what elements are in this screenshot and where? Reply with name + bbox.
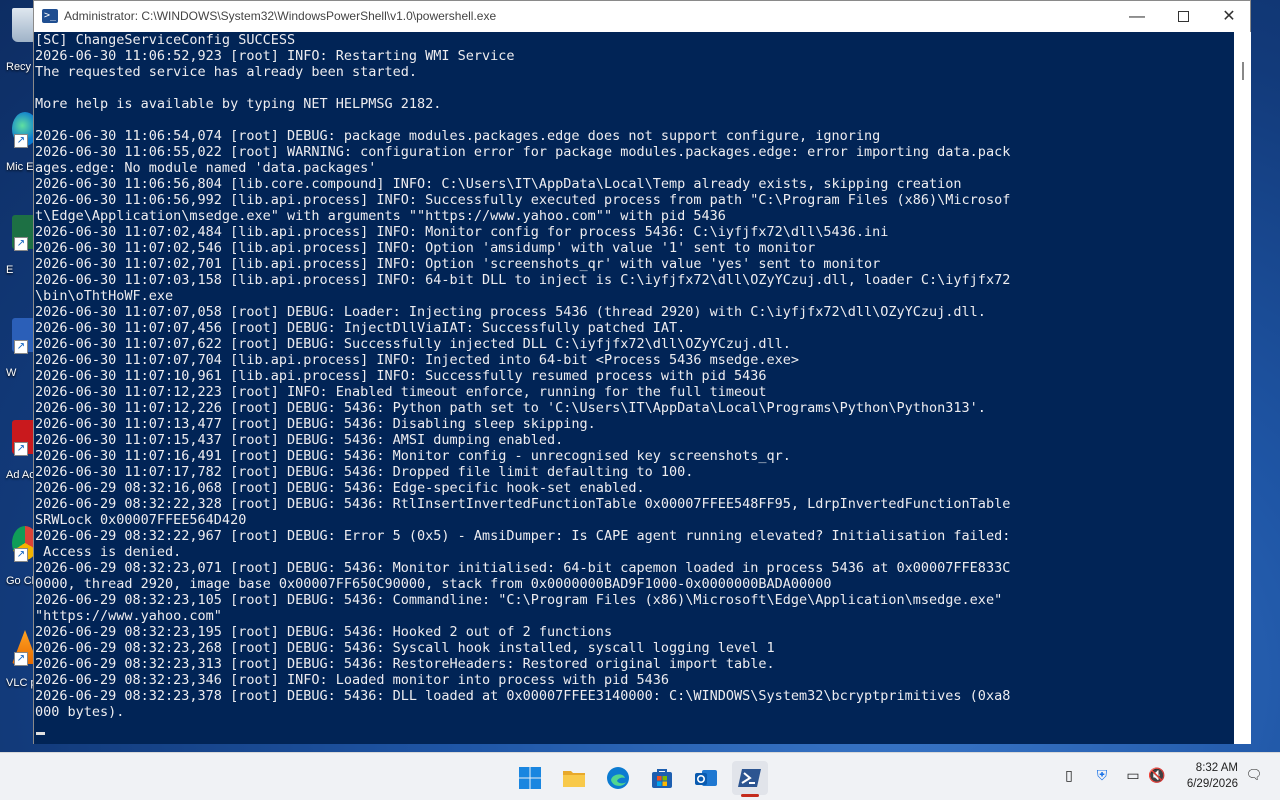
title-bar[interactable]: >_ Administrator: C:\WINDOWS\System32\Wi… [34, 1, 1250, 32]
console-line: 2026-06-30 11:07:13,477 [root] DEBUG: 54… [35, 416, 596, 432]
shortcut-arrow-icon: ↗ [14, 340, 28, 354]
console-line: 2026-06-30 11:07:02,546 [lib.api.process… [35, 240, 816, 256]
console-line: 2026-06-29 08:32:16,068 [root] DEBUG: 54… [35, 480, 645, 496]
security-icon[interactable]: ⛨ [1093, 766, 1111, 784]
console-line: "https://www.yahoo.com" [35, 608, 222, 624]
clock-date: 6/29/2026 [1186, 778, 1238, 790]
console-line: 2026-06-30 11:07:10,961 [lib.api.process… [35, 368, 767, 384]
console-line: 2026-06-30 11:07:12,223 [root] INFO: Ena… [35, 384, 767, 400]
desktop-icon-acrobat[interactable]: ↗ Ad Acr [4, 420, 38, 481]
window-title: Administrator: C:\WINDOWS\System32\Windo… [64, 9, 497, 23]
network-icon[interactable]: ▭ [1124, 766, 1142, 784]
console-line: 2026-06-30 11:07:02,701 [lib.api.process… [35, 256, 881, 272]
windows-start-icon [519, 767, 541, 789]
console-line: 2026-06-29 08:32:23,346 [root] INFO: Loa… [35, 672, 669, 688]
text-cursor [36, 732, 45, 735]
taskbar-clock[interactable]: 8:32 AM 6/29/2026 [1178, 760, 1238, 792]
console-line: 2026-06-30 11:07:07,456 [root] DEBUG: In… [35, 320, 686, 336]
console-line: 2026-06-30 11:07:15,437 [root] DEBUG: 54… [35, 432, 564, 448]
console-line: 2026-06-30 11:07:03,158 [lib.api.process… [35, 272, 1011, 288]
shortcut-arrow-icon: ↗ [14, 134, 28, 148]
console-line: More help is available by typing NET HEL… [35, 96, 442, 112]
desktop-icon-excel[interactable]: ↗ E [4, 215, 38, 276]
console-line: 2026-06-29 08:32:23,313 [root] DEBUG: 54… [35, 656, 775, 672]
console-line: 2026-06-30 11:07:07,622 [root] DEBUG: Su… [35, 336, 791, 352]
maximize-button[interactable] [1160, 1, 1206, 32]
console-line: 2026-06-30 11:07:02,484 [lib.api.process… [35, 224, 889, 240]
minimize-button[interactable]: — [1114, 1, 1160, 32]
console-line: [SC] ChangeServiceConfig SUCCESS [35, 32, 296, 48]
console-line: SRWLock 0x00007FFEE564D420 [35, 512, 247, 528]
taskbar-powershell[interactable] [732, 761, 768, 797]
desktop-icon-vlc[interactable]: ↗ VLC pl [4, 630, 39, 690]
close-icon: ✕ [1222, 8, 1236, 25]
console-line: 2026-06-29 08:32:23,378 [root] DEBUG: 54… [35, 688, 1011, 704]
console-line: 2026-06-29 08:32:22,328 [root] DEBUG: 54… [35, 496, 1011, 512]
console-line: 2026-06-30 11:07:16,491 [root] DEBUG: 54… [35, 448, 791, 464]
outlook-icon [695, 770, 717, 786]
taskbar-edge[interactable] [600, 761, 636, 795]
taskbar-outlook[interactable] [688, 761, 724, 795]
console-line: 2026-06-30 11:06:56,804 [lib.core.compou… [35, 176, 962, 192]
console-line: 2026-06-30 11:07:07,058 [root] DEBUG: Lo… [35, 304, 986, 320]
powershell-icon [738, 769, 761, 787]
vertical-scrollbar[interactable] [1234, 32, 1251, 744]
minimize-icon: — [1129, 8, 1145, 25]
console-line: 000 bytes). [35, 704, 125, 720]
folder-icon [563, 771, 585, 787]
desktop-icon-recycle-bin[interactable]: Recy [4, 8, 38, 73]
console-line: The requested service has already been s… [35, 64, 418, 80]
console-line: \bin\oThtHoWF.exe [35, 288, 174, 304]
console-line: 2026-06-30 11:07:17,782 [root] DEBUG: 54… [35, 464, 694, 480]
console-line: 2026-06-30 11:06:56,992 [lib.api.process… [35, 192, 1011, 208]
console-line: 2026-06-30 11:06:55,022 [root] WARNING: … [35, 144, 1011, 160]
powershell-icon: >_ [42, 9, 58, 23]
desktop-icon-chrome[interactable]: ↗ Go Chr [4, 526, 41, 587]
powershell-window[interactable]: >_ Administrator: C:\WINDOWS\System32\Wi… [33, 0, 1251, 744]
console-line: 2026-06-29 08:32:22,967 [root] DEBUG: Er… [35, 528, 1011, 544]
store-icon [652, 769, 672, 788]
usb-icon[interactable]: ▯ [1060, 766, 1078, 784]
close-button[interactable]: ✕ [1206, 1, 1252, 32]
scrollbar-thumb[interactable] [1242, 62, 1244, 80]
console-line: 2026-06-30 11:06:54,074 [root] DEBUG: pa… [35, 128, 881, 144]
console-output[interactable]: [SC] ChangeServiceConfig SUCCESS 2026-06-… [34, 32, 1234, 744]
shortcut-arrow-icon: ↗ [14, 548, 28, 562]
taskbar [0, 752, 1280, 800]
console-line: 0000, thread 2920, image base 0x00007FF6… [35, 576, 832, 592]
console-line: t\Edge\Application\msedge.exe" with argu… [35, 208, 726, 224]
volume-muted-icon[interactable]: 🔇 [1148, 766, 1166, 784]
shortcut-arrow-icon: ↗ [14, 652, 28, 666]
console-line: 2026-06-30 11:07:07,704 [lib.api.process… [35, 352, 800, 368]
taskbar-store[interactable] [644, 761, 680, 795]
console-line: ages.edge: No module named 'data.package… [35, 160, 377, 176]
console-line: 2026-06-30 11:07:12,226 [root] DEBUG: 54… [35, 400, 986, 416]
taskbar-start-button[interactable] [512, 761, 548, 795]
shortcut-arrow-icon: ↗ [14, 237, 28, 251]
taskbar-file-explorer[interactable] [556, 761, 592, 795]
notification-icon[interactable]: 🗨 [1245, 766, 1263, 784]
console-lines: [SC] ChangeServiceConfig SUCCESS 2026-06-… [35, 32, 1010, 720]
maximize-icon [1177, 11, 1189, 23]
console-line: 2026-06-29 08:32:23,105 [root] DEBUG: 54… [35, 592, 1003, 608]
desktop-icon-edge[interactable]: ↗ Mic Ed [4, 112, 40, 173]
console-line: 2026-06-29 08:32:23,268 [root] DEBUG: 54… [35, 640, 775, 656]
console-line: 2026-06-30 11:06:52,923 [root] INFO: Res… [35, 48, 515, 64]
console-line: 2026-06-29 08:32:23,071 [root] DEBUG: 54… [35, 560, 1011, 576]
clock-time: 8:32 AM [1195, 762, 1238, 774]
console-line: 2026-06-29 08:32:23,195 [root] DEBUG: 54… [35, 624, 613, 640]
console-line: Access is denied. [35, 544, 182, 560]
desktop-icon-word[interactable]: ↗ W [4, 318, 38, 379]
shortcut-arrow-icon: ↗ [14, 442, 28, 456]
edge-icon [607, 767, 629, 789]
